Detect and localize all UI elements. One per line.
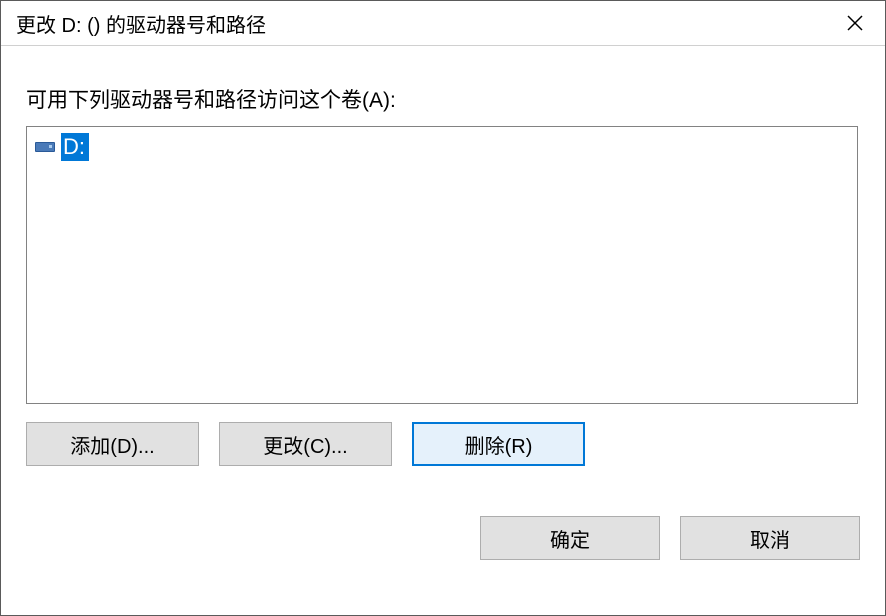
description-label: 可用下列驱动器号和路径访问这个卷(A):	[26, 84, 860, 114]
list-item[interactable]: D:	[31, 131, 91, 163]
change-button[interactable]: 更改(C)...	[219, 422, 392, 466]
ok-button[interactable]: 确定	[480, 516, 660, 560]
action-button-row: 添加(D)... 更改(C)... 删除(R)	[26, 422, 860, 466]
dialog-content: 可用下列驱动器号和路径访问这个卷(A): D: 添加(D)... 更改(C)..…	[1, 46, 885, 615]
add-button[interactable]: 添加(D)...	[26, 422, 199, 466]
list-item-label: D:	[61, 133, 89, 161]
footer-button-row: 确定 取消	[26, 516, 860, 560]
remove-button[interactable]: 删除(R)	[412, 422, 585, 466]
dialog-title: 更改 D: () 的驱动器号和路径	[16, 9, 266, 38]
close-icon	[846, 14, 864, 32]
close-button[interactable]	[825, 1, 885, 46]
cancel-button[interactable]: 取消	[680, 516, 860, 560]
titlebar: 更改 D: () 的驱动器号和路径	[1, 1, 885, 46]
drive-listbox[interactable]: D:	[26, 126, 858, 404]
dialog-window: 更改 D: () 的驱动器号和路径 可用下列驱动器号和路径访问这个卷(A): D…	[0, 0, 886, 616]
drive-icon	[33, 139, 57, 155]
